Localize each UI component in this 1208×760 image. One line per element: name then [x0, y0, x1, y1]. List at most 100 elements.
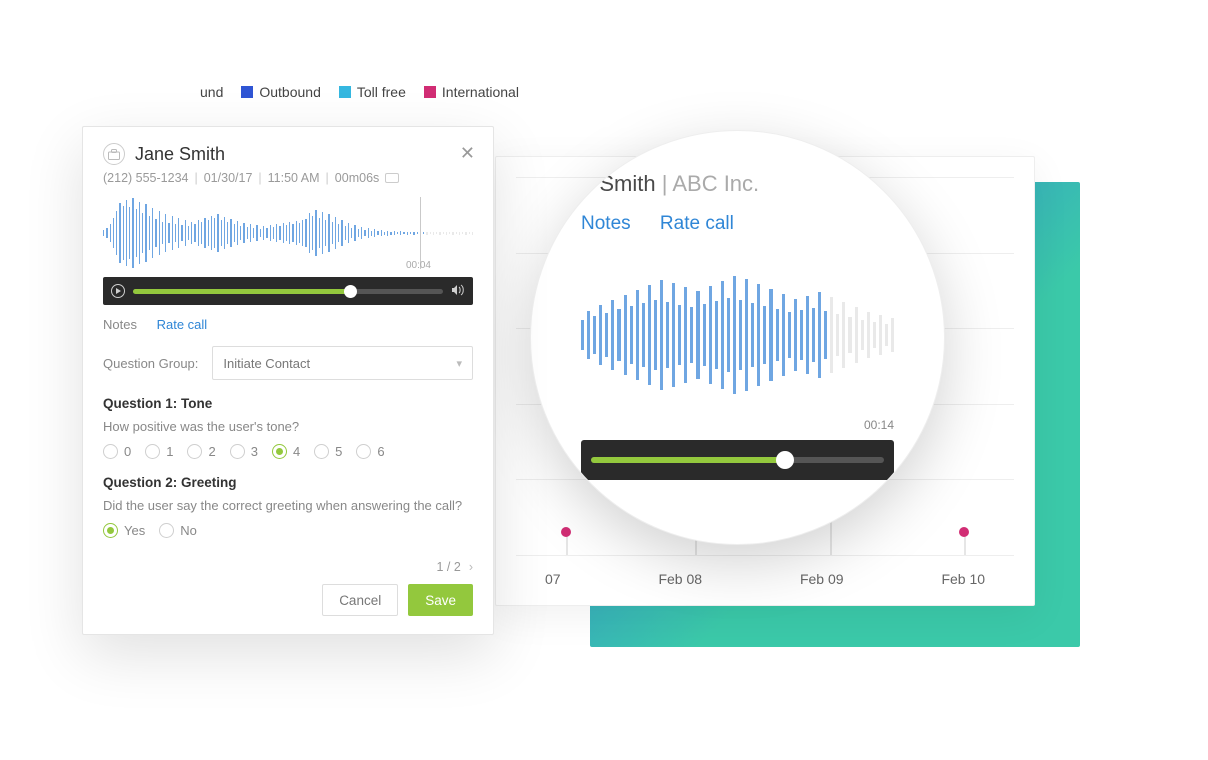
waveform-bar — [309, 213, 310, 253]
radio-option[interactable]: 6 — [356, 444, 384, 459]
waveform-bar — [381, 230, 382, 236]
radio-label: 2 — [208, 444, 215, 459]
waveform-bar — [836, 314, 839, 356]
question-title: Question 1: Tone — [103, 396, 473, 411]
waveform-bar — [891, 318, 894, 352]
radio-option[interactable]: Yes — [103, 523, 145, 538]
waveform-bar — [721, 281, 724, 389]
radio-option[interactable]: 0 — [103, 444, 131, 459]
waveform-bar — [191, 222, 192, 244]
zoom-bubble: e Smith | ABC Inc. Notes Rate call 00:14 — [530, 130, 945, 545]
waveform-bar — [142, 213, 143, 253]
radio-label: 1 — [166, 444, 173, 459]
caller-name: Jane Smith — [135, 144, 225, 165]
waveform[interactable]: 00:04 — [103, 197, 473, 269]
yes-no-options: Yes No — [103, 523, 473, 538]
playhead-marker — [420, 197, 421, 269]
waveform-bar — [423, 232, 424, 234]
waveform-bar — [345, 226, 346, 240]
tab-rate-call[interactable]: Rate call — [157, 317, 208, 332]
waveform-bar — [129, 207, 130, 259]
radio-option[interactable]: 4 — [272, 444, 300, 459]
waveform-bar — [397, 232, 398, 234]
waveform-bar — [885, 324, 888, 346]
radio-icon — [356, 444, 371, 459]
waveform-bar — [234, 224, 235, 242]
waveform-bar — [103, 230, 104, 236]
tab-rate-call[interactable]: Rate call — [660, 213, 734, 234]
audio-player[interactable] — [581, 440, 894, 480]
caller-company: ABC Inc. — [672, 171, 759, 196]
waveform-bar — [842, 302, 845, 368]
tag-icon[interactable] — [385, 173, 399, 183]
waveform-bar — [390, 232, 391, 235]
waveform-bar — [341, 220, 342, 246]
waveform-bar — [426, 232, 427, 235]
waveform-bar — [452, 232, 453, 235]
waveform-bar — [636, 290, 639, 380]
play-icon[interactable] — [111, 284, 125, 298]
radio-option[interactable]: 2 — [187, 444, 215, 459]
waveform-bar — [132, 198, 133, 268]
waveform-bar — [279, 226, 280, 240]
waveform-bar — [848, 317, 851, 353]
waveform-bar — [286, 225, 287, 241]
radio-option[interactable]: 1 — [145, 444, 173, 459]
waveform-bar — [387, 231, 388, 236]
waveform-bar — [812, 308, 815, 362]
waveform-bar — [198, 220, 199, 246]
x-tick: Feb 09 — [800, 571, 844, 587]
waveform-bar — [211, 216, 212, 250]
legend-item-international: International — [424, 84, 519, 100]
seek-knob[interactable] — [344, 285, 357, 298]
waveform-bar — [818, 292, 821, 378]
tab-notes[interactable]: Notes — [103, 317, 137, 332]
waveform-bar — [715, 301, 718, 369]
waveform-bar — [672, 283, 675, 387]
waveform-bar — [587, 311, 590, 359]
waveform-bar — [417, 232, 418, 234]
waveform-bar — [800, 310, 803, 360]
waveform-bar — [581, 320, 584, 350]
waveform-bar — [867, 312, 870, 358]
waveform-bar — [113, 218, 114, 248]
cancel-button[interactable]: Cancel — [322, 584, 398, 616]
waveform-bar — [224, 217, 225, 249]
close-icon[interactable]: ✕ — [460, 143, 475, 164]
waveform-bar — [782, 294, 785, 376]
volume-icon[interactable] — [451, 284, 465, 299]
waveform-bar — [436, 232, 437, 234]
button-label: Cancel — [339, 593, 381, 608]
seek-track[interactable] — [133, 289, 443, 294]
waveform-bar — [739, 300, 742, 370]
seek-knob[interactable] — [776, 451, 794, 469]
call-meta: (212) 555-1234| 01/30/17| 11:50 AM| 00m0… — [103, 171, 473, 185]
radio-option[interactable]: 3 — [230, 444, 258, 459]
save-button[interactable]: Save — [408, 584, 473, 616]
waveform-bar — [260, 229, 261, 237]
waveform-bar — [443, 232, 444, 234]
waveform-bar — [299, 223, 300, 243]
waveform-bar — [188, 226, 189, 240]
waveform-bar — [243, 223, 244, 243]
radio-icon — [314, 444, 329, 459]
waveform-bar — [400, 231, 401, 235]
waveform[interactable] — [581, 257, 894, 412]
waveform-bar — [751, 303, 754, 367]
question-group-select[interactable]: Initiate Contact ▾ — [212, 346, 473, 380]
waveform-bar — [410, 232, 411, 234]
legend-item-outbound: Outbound — [241, 84, 321, 100]
waveform-bar — [168, 223, 169, 243]
radio-icon — [272, 444, 287, 459]
waveform-bar — [433, 232, 434, 235]
tab-notes[interactable]: Notes — [581, 213, 631, 234]
radio-option[interactable]: 5 — [314, 444, 342, 459]
radio-option[interactable]: No — [159, 523, 197, 538]
waveform-bar — [201, 222, 202, 244]
waveform-bar — [384, 232, 385, 235]
radio-label: 4 — [293, 444, 300, 459]
waveform-bar — [368, 228, 369, 238]
chevron-right-icon[interactable]: › — [469, 560, 473, 574]
waveform-bar — [351, 228, 352, 238]
waveform-bar — [263, 226, 264, 240]
